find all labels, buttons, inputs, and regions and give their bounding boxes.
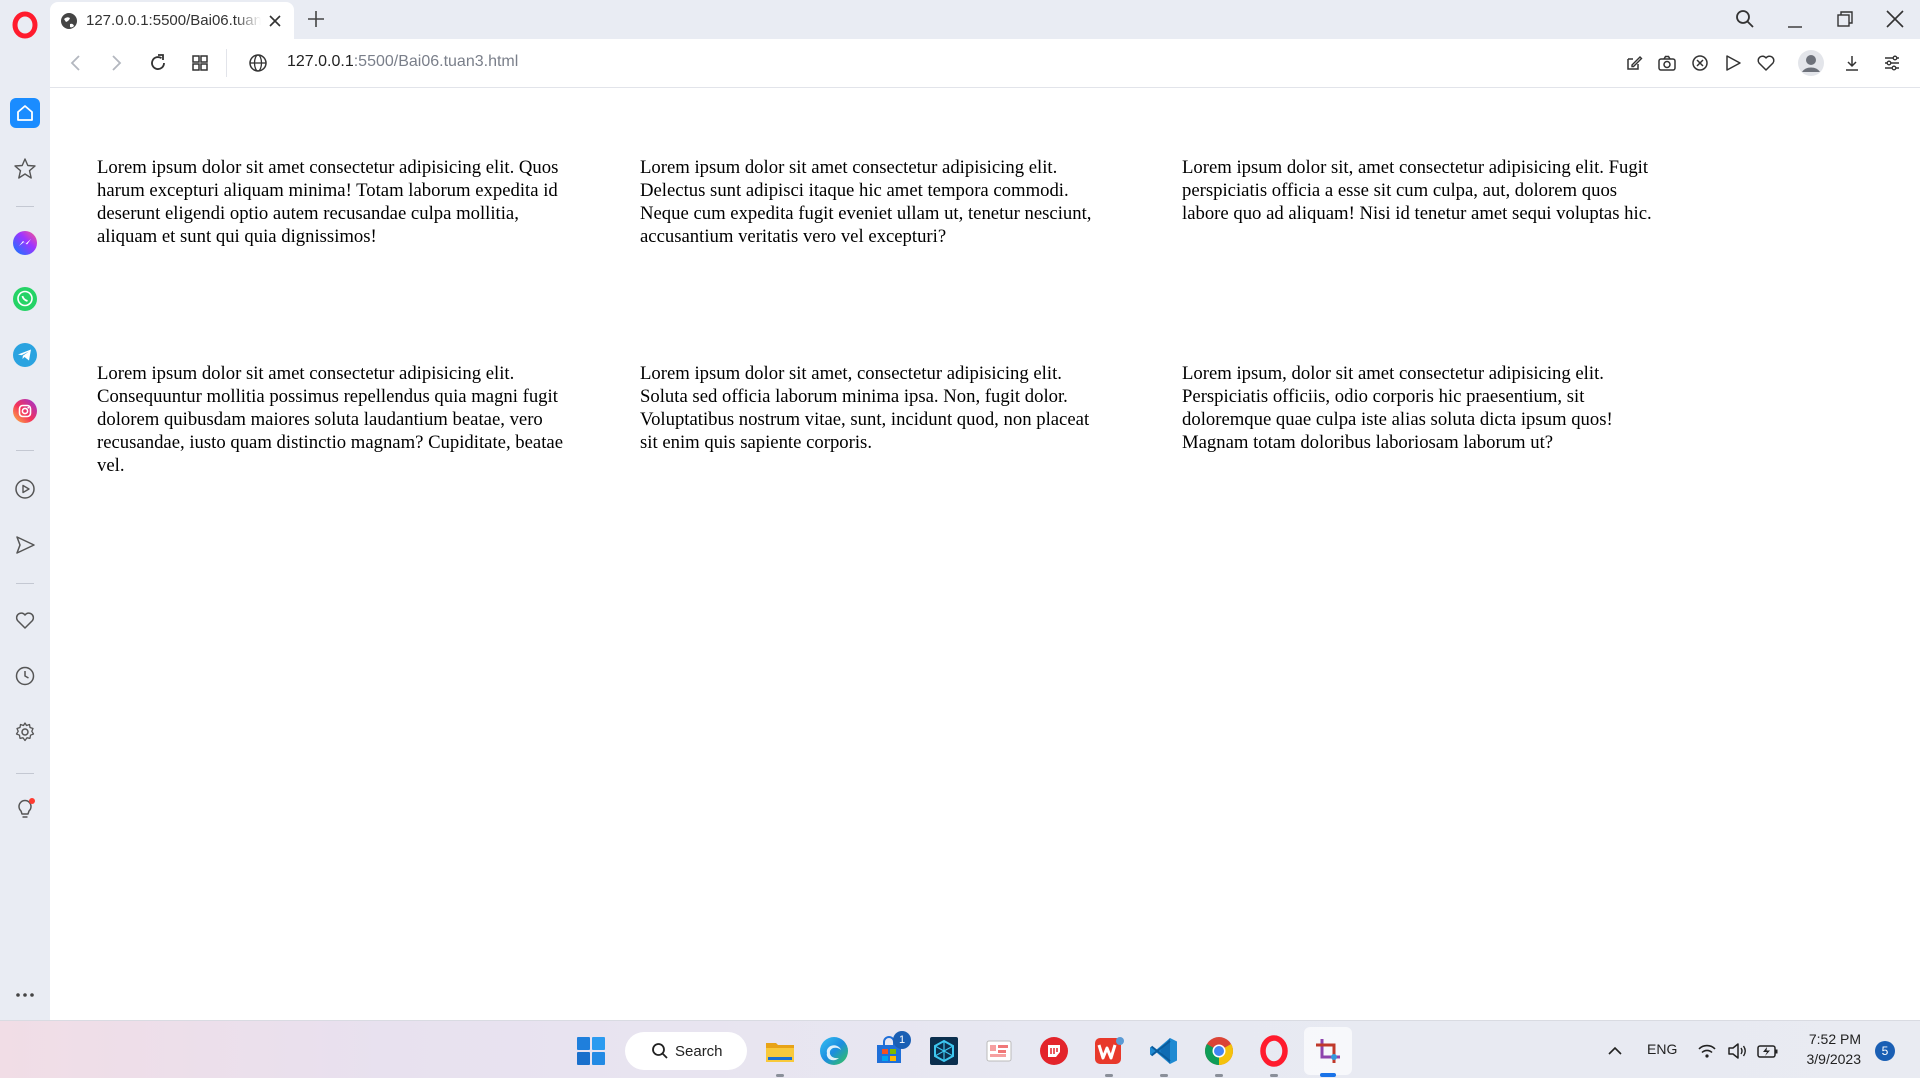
- file-explorer-icon[interactable]: [764, 1035, 796, 1067]
- sidebar-divider: [16, 206, 34, 207]
- url-host: 127.0.0.1: [287, 53, 354, 70]
- taskbar-search[interactable]: Search: [625, 1032, 747, 1070]
- history-clock-icon[interactable]: [12, 663, 38, 689]
- running-indicator: [1105, 1074, 1113, 1077]
- search-label: Search: [675, 1042, 723, 1060]
- restore-icon[interactable]: [1834, 8, 1856, 30]
- running-indicator: [1160, 1074, 1168, 1077]
- opera-taskbar-icon[interactable]: [1258, 1035, 1290, 1067]
- running-indicator: [776, 1074, 784, 1077]
- edge-icon[interactable]: [818, 1035, 850, 1067]
- site-info-globe-icon[interactable]: [246, 51, 270, 75]
- my-flow-send-icon[interactable]: [12, 532, 38, 558]
- reload-icon[interactable]: [146, 51, 170, 75]
- foxit-reader-icon[interactable]: [1038, 1035, 1070, 1067]
- battery-charging-icon[interactable]: [1756, 1040, 1780, 1062]
- whatsapp-icon[interactable]: [12, 286, 38, 312]
- paragraph-2: Lorem ipsum dolor sit amet consectetur a…: [640, 157, 1092, 247]
- easy-setup-sliders-icon[interactable]: [1880, 51, 1904, 75]
- close-tab-icon[interactable]: [266, 12, 284, 30]
- system-clock[interactable]: 7:52 PM 3/9/2023: [1795, 1029, 1862, 1069]
- telegram-icon[interactable]: [12, 342, 38, 368]
- heart-icon[interactable]: [1754, 51, 1778, 75]
- ad-blocker-icon[interactable]: [1688, 51, 1712, 75]
- easy-setup-edit-icon[interactable]: [1622, 51, 1646, 75]
- wifi-icon[interactable]: [1696, 1040, 1718, 1062]
- close-window-icon[interactable]: [1884, 8, 1906, 30]
- show-hidden-icons-chevron-icon[interactable]: [1604, 1040, 1626, 1062]
- minimize-icon[interactable]: [1784, 8, 1806, 30]
- store-badge: 1: [893, 1031, 911, 1049]
- settings-gear-icon[interactable]: [12, 719, 38, 745]
- search-icon: [652, 1043, 668, 1059]
- notification-badge[interactable]: 5: [1875, 1041, 1895, 1061]
- sidebar-divider: [16, 583, 34, 584]
- tab-title: 127.0.0.1:5500/Bai06.tuan3.html: [86, 12, 261, 29]
- more-options-icon[interactable]: [12, 982, 38, 1008]
- address-toolbar: 127.0.0.1:5500/Bai06.tuan3.html: [50, 39, 1920, 88]
- running-indicator: [1270, 1074, 1278, 1077]
- volume-icon[interactable]: [1726, 1040, 1748, 1062]
- messenger-icon[interactable]: [12, 230, 38, 256]
- active-indicator: [1320, 1073, 1336, 1077]
- paragraph-4: Lorem ipsum dolor sit amet consectetur a…: [97, 363, 564, 476]
- pinboard-star-icon[interactable]: [12, 156, 38, 182]
- paragraph-3: Lorem ipsum dolor sit, amet consectetur …: [1182, 157, 1652, 224]
- player-icon[interactable]: [12, 476, 38, 502]
- back-icon[interactable]: [64, 51, 88, 75]
- tips-lightbulb-icon[interactable]: [12, 796, 38, 822]
- web-page: Lorem ipsum dolor sit amet consectetur a…: [50, 88, 1920, 1020]
- tab-strip: 127.0.0.1:5500/Bai06.tuan3.html: [0, 0, 1920, 39]
- globe-icon: [61, 12, 77, 29]
- send-icon[interactable]: [1721, 51, 1745, 75]
- running-indicator: [1215, 1074, 1223, 1077]
- paragraph-1: Lorem ipsum dolor sit amet consectetur a…: [97, 157, 559, 247]
- photo-app-icon[interactable]: [983, 1035, 1015, 1067]
- sidebar-divider: [16, 450, 34, 451]
- instagram-icon[interactable]: [12, 398, 38, 424]
- wps-office-icon[interactable]: [1093, 1035, 1125, 1067]
- camera-icon[interactable]: [1655, 51, 1679, 75]
- search-tabs-icon[interactable]: [1734, 8, 1756, 30]
- clock-time: 7:52 PM: [1808, 1031, 1861, 1047]
- sidebar-divider: [16, 773, 34, 774]
- active-tab[interactable]: 127.0.0.1:5500/Bai06.tuan3.html: [50, 2, 294, 39]
- vscode-icon[interactable]: [1148, 1035, 1180, 1067]
- paragraph-5: Lorem ipsum dolor sit amet, consectetur …: [640, 363, 1090, 453]
- download-icon[interactable]: [1840, 51, 1864, 75]
- home-icon[interactable]: [10, 98, 40, 128]
- tab-snapshot-icon[interactable]: [188, 51, 212, 75]
- paragraph-6: Lorem ipsum, dolor sit amet consectetur …: [1182, 363, 1613, 453]
- chrome-icon[interactable]: [1203, 1035, 1235, 1067]
- address-field[interactable]: 127.0.0.1:5500/Bai06.tuan3.html: [287, 53, 518, 71]
- forward-icon[interactable]: [104, 51, 128, 75]
- new-tab-icon[interactable]: [305, 8, 327, 30]
- snipping-tool-icon[interactable]: [1312, 1035, 1344, 1067]
- opera-menu-icon[interactable]: [10, 10, 40, 40]
- windows-start-icon[interactable]: [575, 1035, 607, 1067]
- windows-taskbar: Search 1 ENG 7:52 PM 3/9/2023 5: [0, 1020, 1920, 1078]
- url-path: :5500/Bai06.tuan3.html: [353, 53, 519, 70]
- profile-avatar-icon[interactable]: [1797, 49, 1825, 77]
- clock-date: 3/9/2023: [1806, 1051, 1862, 1067]
- bookmarks-heart-icon[interactable]: [12, 607, 38, 633]
- language-indicator[interactable]: ENG: [1647, 1041, 1677, 1057]
- dev-app-icon[interactable]: [928, 1035, 960, 1067]
- toolbar-divider: [226, 49, 227, 77]
- sidebar: [0, 39, 50, 1020]
